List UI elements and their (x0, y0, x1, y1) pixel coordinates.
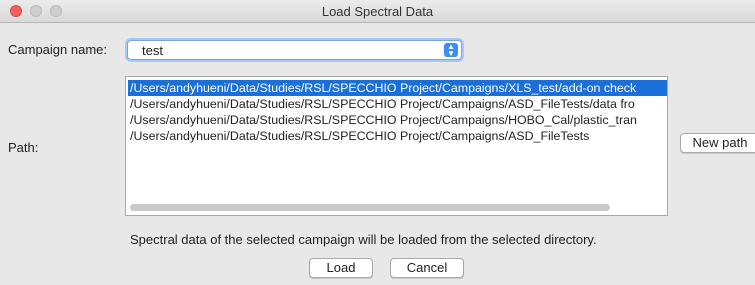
info-text: Spectral data of the selected campaign w… (130, 232, 597, 247)
campaign-name-label: Campaign name: (8, 42, 107, 57)
path-list-item[interactable]: /Users/andyhueni/Data/Studies/RSL/SPECCH… (128, 96, 667, 112)
campaign-name-select[interactable]: test ▲ ▼ (127, 40, 462, 60)
new-path-button[interactable]: New path (680, 133, 755, 153)
campaign-name-value: test (142, 43, 163, 58)
horizontal-scrollbar[interactable] (130, 204, 610, 211)
title-bar: Load Spectral Data (0, 0, 755, 23)
cancel-button[interactable]: Cancel (390, 258, 464, 278)
chevron-up-down-icon[interactable]: ▲ ▼ (444, 43, 458, 58)
path-list-item[interactable]: /Users/andyhueni/Data/Studies/RSL/SPECCH… (128, 80, 667, 96)
window-title: Load Spectral Data (321, 4, 434, 19)
load-button[interactable]: Load (309, 258, 373, 278)
path-list-item[interactable]: /Users/andyhueni/Data/Studies/RSL/SPECCH… (128, 128, 667, 144)
path-list[interactable]: /Users/andyhueni/Data/Studies/RSL/SPECCH… (125, 76, 668, 216)
path-label: Path: (8, 140, 39, 155)
path-list-item[interactable]: /Users/andyhueni/Data/Studies/RSL/SPECCH… (128, 112, 667, 128)
